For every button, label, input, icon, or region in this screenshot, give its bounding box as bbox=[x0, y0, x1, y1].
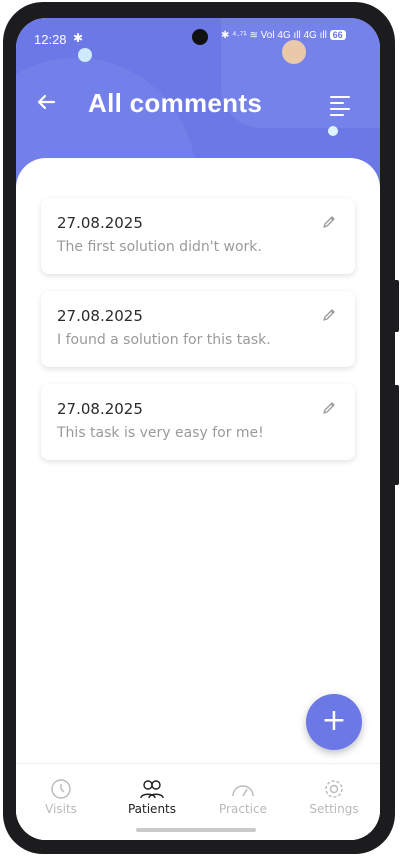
gear-icon bbox=[325, 780, 343, 798]
nav-label: Settings bbox=[309, 802, 359, 816]
clock-history-icon bbox=[51, 779, 71, 799]
comment-date: 27.08.2025 bbox=[57, 307, 143, 325]
status-time: 12:28 bbox=[34, 32, 67, 47]
bluetooth-icon: ✱ bbox=[73, 31, 84, 45]
status-indicator-text: ✱ ⁴·⁷¹ ≋ Vol 4G ıll 4G ıll bbox=[221, 30, 327, 41]
nav-label: Patients bbox=[127, 802, 177, 816]
comment-date: 27.08.2025 bbox=[57, 400, 143, 418]
status-bar: 12:28 ✱ ✱ ⁴·⁷¹ ≋ Vol 4G ıll 4G ıll 66 bbox=[16, 18, 380, 60]
comment-text: The first solution didn't work. bbox=[57, 239, 262, 255]
page-title: All comments bbox=[88, 88, 263, 118]
add-comment-button[interactable]: + bbox=[306, 694, 362, 750]
menu-lines-icon[interactable] bbox=[330, 96, 352, 116]
gauge-icon bbox=[232, 785, 254, 797]
nav-label: Practice bbox=[219, 802, 267, 816]
nav-item-visits[interactable]: Visits bbox=[21, 778, 101, 816]
nav-item-settings[interactable]: Settings bbox=[294, 778, 374, 816]
nav-label: Visits bbox=[45, 802, 77, 816]
comment-card[interactable]: 27.08.2025 The first solution didn't wor… bbox=[41, 198, 355, 274]
comment-text: This task is very easy for me! bbox=[57, 425, 264, 441]
comment-card[interactable]: 27.08.2025 I found a solution for this t… bbox=[41, 291, 355, 367]
pencil-icon[interactable] bbox=[321, 307, 337, 323]
nav-item-patients[interactable]: Patients bbox=[112, 778, 192, 816]
pencil-icon[interactable] bbox=[321, 214, 337, 230]
nav-item-practice[interactable]: Practice bbox=[203, 778, 283, 816]
people-icon bbox=[140, 780, 164, 799]
status-indicators: ✱ ⁴·⁷¹ ≋ Vol 4G ıll 4G ıll 66 bbox=[221, 30, 346, 41]
camera-cutout bbox=[192, 29, 208, 45]
decorative-dot bbox=[328, 126, 338, 136]
power-button bbox=[393, 385, 399, 485]
arrow-left-icon[interactable] bbox=[34, 90, 58, 114]
app-screen: 12:28 ✱ ✱ ⁴·⁷¹ ≋ Vol 4G ıll 4G ıll 66 Al… bbox=[16, 18, 380, 840]
pencil-icon[interactable] bbox=[321, 400, 337, 416]
comment-date: 27.08.2025 bbox=[57, 214, 143, 232]
battery-icon: 66 bbox=[329, 30, 346, 40]
volume-button bbox=[393, 280, 399, 332]
comment-card[interactable]: 27.08.2025 This task is very easy for me… bbox=[41, 384, 355, 460]
home-indicator[interactable] bbox=[136, 828, 256, 832]
comment-text: I found a solution for this task. bbox=[57, 332, 271, 348]
